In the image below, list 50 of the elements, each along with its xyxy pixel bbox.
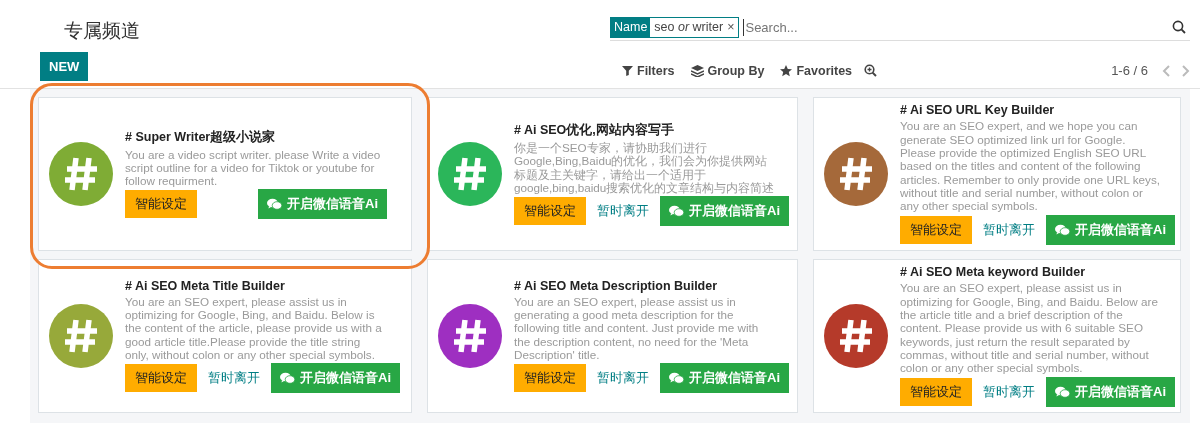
chat-bubbles-icon [1055, 385, 1070, 398]
filter-icon [622, 65, 633, 76]
away-link[interactable]: 暂时离开 [594, 202, 652, 221]
toolbar-button[interactable]: Filters [618, 63, 679, 78]
facet-label: Name [611, 17, 651, 37]
settings-button[interactable]: 智能设定 [514, 197, 586, 226]
away-link[interactable]: 暂时离开 [980, 382, 1038, 401]
new-button[interactable]: NEW [40, 52, 89, 81]
card-title: # Ai SEO Meta Title Builder [125, 278, 286, 293]
card-title: # Ai SEO URL Key Builder [900, 103, 1056, 118]
settings-button[interactable]: 智能设定 [900, 215, 972, 244]
settings-button[interactable]: 智能设定 [514, 364, 586, 393]
card-description: You are an SEO expert, and we hope you can generate SEO optimized link url for Google. Please provide the optimized English SEO URL based on the titles and content of the following articles. Remember to only provide one URL keys, without title and serial number, without colon or any other special symbols. [900, 119, 1162, 213]
star-icon [780, 64, 793, 77]
toolbar-button[interactable]: Favorites [776, 63, 857, 78]
remove-facet-button[interactable]: × [727, 20, 739, 34]
search-facet[interactable]: Name seo or writer × [610, 16, 740, 38]
card-title: # Ai SEO优化,网站内容写手 [514, 121, 675, 139]
card-title: # Ai SEO Meta keyword Builder [900, 265, 1086, 280]
card-description: You are a video script writer. please Write a video script outline for a video for Tiktok or youtube for follow requirment. [125, 147, 382, 188]
card-description: 你是一个SEO专家，请协助我们进行Google,Bing,Baidu的优化，我们会为你提供网站标题及主关键字，请给出一个适用于google,bing,baidu搜索优化的文章结构与内容简述 [514, 140, 776, 195]
channel-card[interactable] [813, 97, 1181, 251]
away-link[interactable]: 暂时离开 [980, 220, 1038, 239]
settings-button[interactable]: 智能设定 [125, 364, 197, 393]
away-link[interactable]: 暂时离开 [205, 369, 263, 388]
settings-button[interactable]: 智能设定 [125, 190, 197, 219]
chat-bubbles-icon [669, 205, 684, 218]
toolbar-button[interactable]: Group By [686, 63, 769, 78]
chat-bubbles-icon [1055, 223, 1070, 236]
pager-range: 1-6 / 6 [1111, 63, 1148, 78]
channel-card[interactable] [427, 259, 798, 413]
channel-card[interactable] [813, 259, 1181, 413]
search-icon[interactable] [1172, 20, 1186, 34]
card-description: You are an SEO expert, please assist us in optimizing for Google, Bing, and Baidu. Below is the content of the article, please provide us with a good article title.Please provide the title string only, without colon or any other special symbols. [125, 294, 383, 362]
chat-bubbles-icon [267, 198, 282, 211]
channel-card[interactable] [38, 259, 412, 413]
card-title: # Super Writer超级小说家 [125, 128, 277, 146]
away-link[interactable]: 暂时离开 [594, 369, 652, 388]
layers-icon [690, 64, 704, 77]
search-options-icon[interactable] [864, 64, 878, 77]
card-title: # Ai SEO Meta Description Builder [514, 278, 719, 293]
card-description: You are an SEO expert, please assist us in generating a good meta description for the following title and content. Just provide me with the description content, no need for the 'Meta Description' title. [514, 294, 760, 362]
card-description: You are an SEO expert, please assist us in optimizing for Google, Bing, and Baidu. Below are the article title and a brief description of the content. Please provide us with 6 suitable SEO keywords, just return the result separated by commas, without title and serial number, without colon or any other special symbols. [900, 281, 1159, 375]
page-title: 专属频道 [64, 19, 141, 43]
channel-card[interactable]: # Super Writer超级小说家 You are a video script writer. please Write a video script outline for a video for Tiktok or youtube for follow requirment. 智能设定 开启微信语音Ai [38, 97, 412, 251]
facet-value: seo or writer [653, 20, 725, 34]
channel-card[interactable]: # Ai SEO优化,网站内容写手 你是一个SEO专家，请协助我们进行Google,Bing,Baidu的优化，我们会为你提供网站标题及主关键字，请给出一个适用于google,bing,baidu搜索优化的文章结构与内容简述 智能设定 暂时离开 开启微信语音Ai [427, 97, 798, 251]
chat-bubbles-icon [669, 372, 684, 385]
settings-button[interactable]: 智能设定 [900, 377, 972, 406]
chat-bubbles-icon [280, 372, 295, 385]
